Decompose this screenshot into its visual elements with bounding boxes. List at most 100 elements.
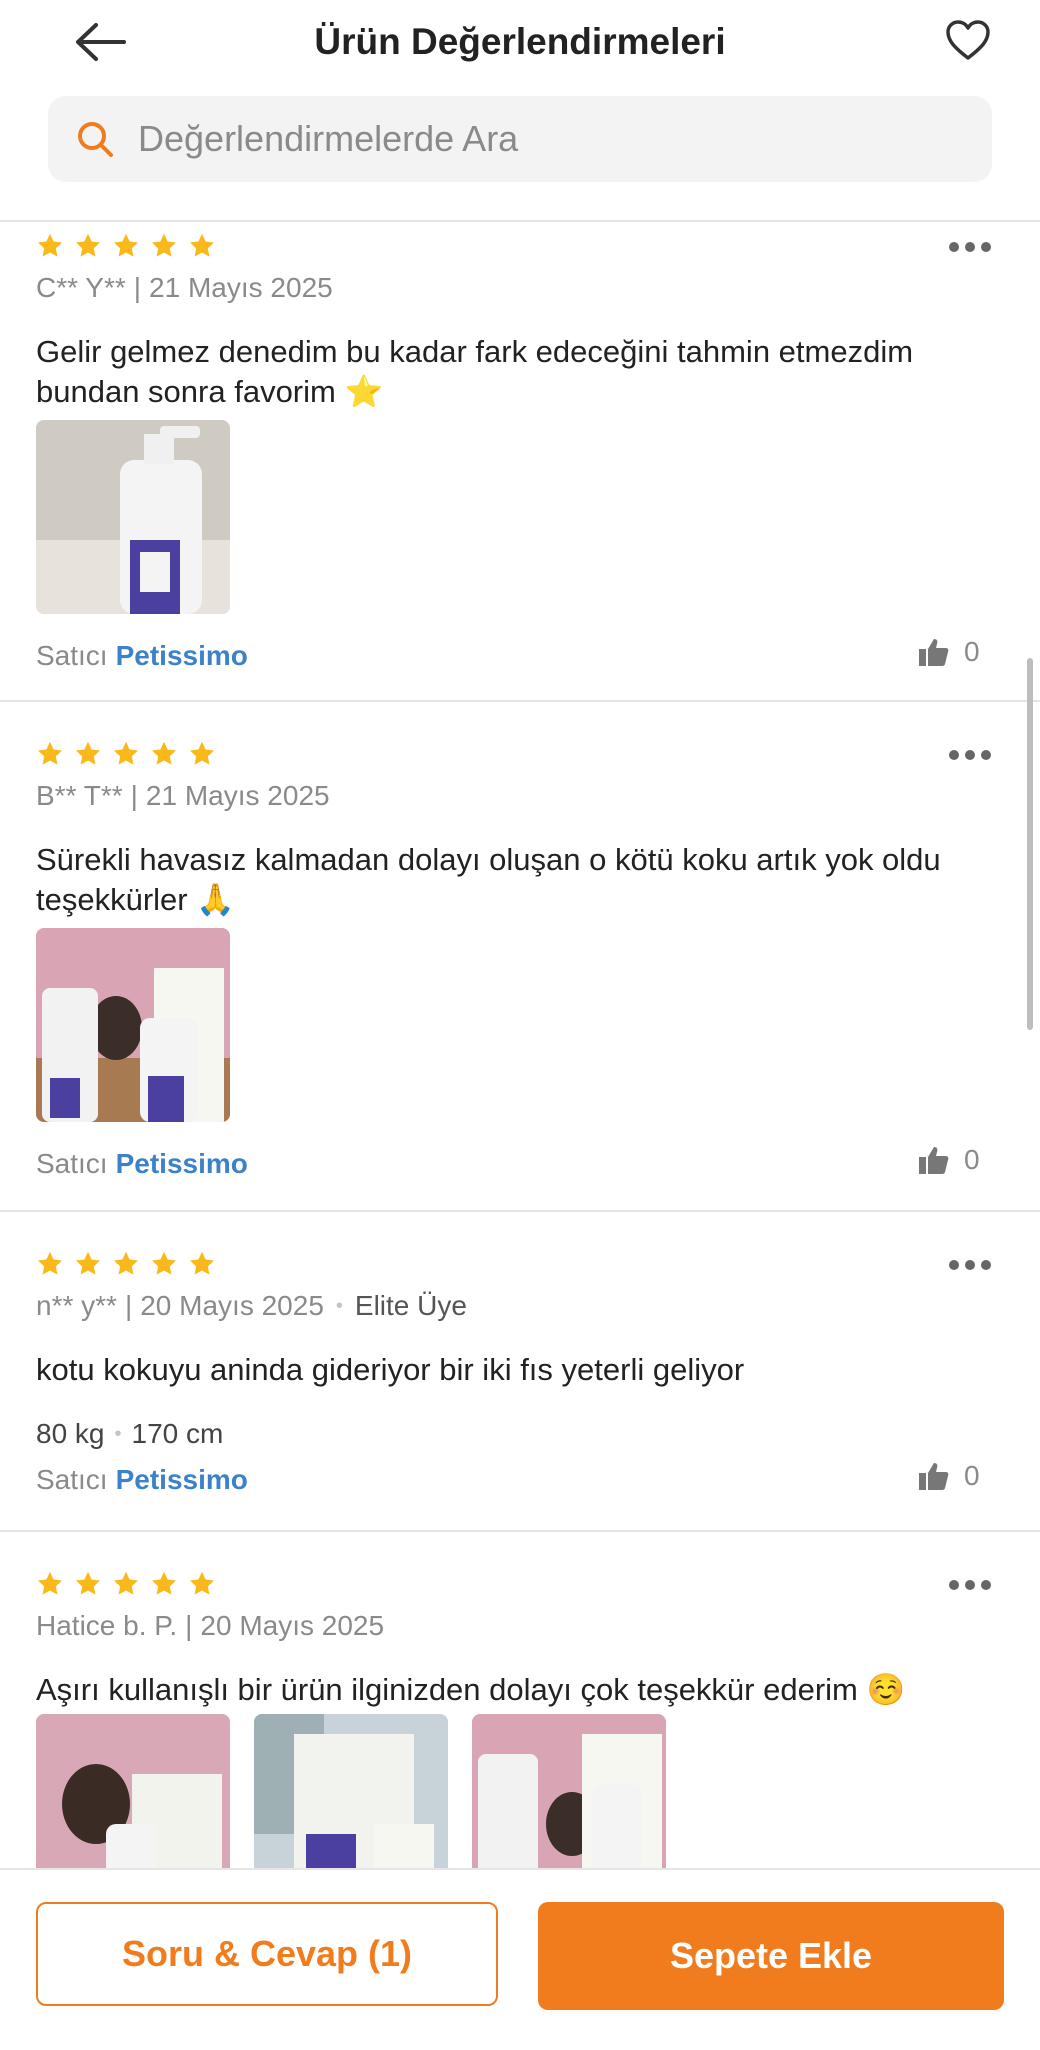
more-dots-icon — [949, 1580, 991, 1590]
review-card: C** Y** | 21 Mayıs 2025 Gelir gelmez den… — [0, 222, 1040, 700]
review-photos — [36, 1714, 666, 1868]
bottom-action-bar: Soru & Cevap (1) Sepete Ekle — [0, 1868, 1040, 2050]
body-info: 80 kg • 170 cm — [36, 1418, 223, 1450]
review-meta: Hatice b. P. | 20 Mayıs 2025 — [36, 1610, 384, 1642]
like-button[interactable]: 0 — [918, 1144, 980, 1176]
star-icon — [151, 1571, 177, 1595]
like-button[interactable]: 0 — [918, 636, 980, 668]
review-card: n** y** | 20 Mayıs 2025 • Elite Üye kotu… — [0, 1212, 1040, 1530]
star-icon — [189, 1251, 215, 1275]
review-photo[interactable] — [36, 928, 230, 1122]
review-text: Gelir gelmez denedim bu kadar fark edece… — [36, 334, 914, 409]
seller-link[interactable]: Petissimo — [116, 1464, 248, 1495]
star-icon — [151, 1251, 177, 1275]
header: Ürün Değerlendirmeleri — [0, 0, 1040, 220]
review-photos — [36, 420, 230, 614]
star-icon — [151, 233, 177, 257]
separator-dot: • — [335, 1294, 343, 1317]
weight-value: 80 kg — [36, 1418, 105, 1449]
review-date: 20 Mayıs 2025 — [200, 1610, 385, 1641]
separator: | — [185, 1610, 193, 1641]
review-text: Aşırı kullanışlı bir ürün ilginizden dol… — [36, 1672, 906, 1707]
seller-link[interactable]: Petissimo — [116, 1148, 248, 1179]
qa-button[interactable]: Soru & Cevap (1) — [36, 1902, 498, 2006]
star-icon — [113, 1251, 139, 1275]
review-card: Hatice b. P. | 20 Mayıs 2025 Aşırı kulla… — [0, 1532, 1040, 1868]
star-icon — [113, 1571, 139, 1595]
review-photo[interactable] — [254, 1714, 448, 1868]
seller-info: Satıcı Petissimo — [36, 640, 248, 672]
favorite-button[interactable] — [940, 12, 996, 68]
review-photos — [36, 928, 230, 1122]
heart-icon — [946, 20, 990, 60]
height-value: 170 cm — [131, 1418, 224, 1449]
review-photo[interactable] — [36, 1714, 230, 1868]
seller-info: Satıcı Petissimo — [36, 1148, 248, 1180]
review-photo[interactable] — [36, 420, 230, 614]
author-name: C** Y** — [36, 272, 126, 303]
star-icon — [75, 741, 101, 765]
seller-info: Satıcı Petissimo — [36, 1464, 248, 1496]
thumbs-up-icon — [919, 1147, 949, 1174]
like-count: 0 — [964, 636, 980, 667]
arrow-left-icon — [76, 23, 126, 61]
review-meta: C** Y** | 21 Mayıs 2025 — [36, 272, 333, 304]
separator: | — [130, 780, 138, 811]
seller-label: Satıcı — [36, 640, 108, 671]
review-text: Sürekli havasız kalmadan dolayı oluşan o… — [36, 842, 941, 917]
star-rating — [36, 1250, 216, 1278]
member-badge: Elite Üye — [354, 1290, 467, 1321]
like-count: 0 — [964, 1144, 980, 1175]
separator: | — [133, 272, 142, 303]
review-date: 21 Mayıs 2025 — [145, 780, 330, 811]
star-icon — [189, 1571, 215, 1595]
star-icon — [189, 233, 215, 257]
review-meta: n** y** | 20 Mayıs 2025 • Elite Üye — [36, 1290, 467, 1322]
star-icon — [37, 1571, 63, 1595]
review-text: kotu kokuyu aninda gideriyor bir iki fıs… — [36, 1352, 745, 1387]
more-options-button[interactable] — [942, 232, 998, 262]
search-input[interactable] — [136, 117, 960, 161]
star-icon — [189, 741, 215, 765]
star-icon — [151, 741, 177, 765]
seller-label: Satıcı — [36, 1148, 108, 1179]
star-icon — [37, 741, 63, 765]
author-name: Hatice b. P. — [36, 1610, 178, 1641]
back-button[interactable] — [66, 14, 136, 70]
seller-label: Satıcı — [36, 1464, 108, 1495]
review-photo[interactable] — [472, 1714, 666, 1868]
star-icon — [37, 233, 63, 257]
more-options-button[interactable] — [942, 1570, 998, 1600]
page-title: Ürün Değerlendirmeleri — [314, 21, 726, 62]
star-icon — [75, 1571, 101, 1595]
review-date: 21 Mayıs 2025 — [149, 272, 333, 303]
thumbs-up-icon — [919, 639, 949, 666]
more-options-button[interactable] — [942, 1250, 998, 1280]
scrollbar[interactable] — [1027, 658, 1033, 1030]
more-dots-icon — [949, 1260, 991, 1270]
star-icon — [113, 233, 139, 257]
star-rating — [36, 740, 216, 768]
more-options-button[interactable] — [942, 740, 998, 770]
like-button[interactable]: 0 — [918, 1460, 980, 1492]
more-dots-icon — [949, 750, 991, 760]
author-name: B** T** — [36, 780, 123, 811]
like-count: 0 — [964, 1460, 980, 1491]
more-dots-icon — [949, 242, 991, 252]
review-meta: B** T** | 21 Mayıs 2025 — [36, 780, 330, 812]
star-rating — [36, 232, 216, 260]
star-rating — [36, 1570, 216, 1598]
author-name: n** y** — [36, 1290, 117, 1321]
star-icon — [37, 1251, 63, 1275]
separator: | — [124, 1290, 133, 1321]
thumbs-up-icon — [919, 1463, 949, 1490]
search-bar[interactable] — [48, 96, 992, 182]
star-icon — [75, 233, 101, 257]
star-icon — [75, 1251, 101, 1275]
seller-link[interactable]: Petissimo — [116, 640, 248, 671]
star-icon — [113, 741, 139, 765]
add-to-cart-button[interactable]: Sepete Ekle — [538, 1902, 1004, 2010]
search-icon — [74, 118, 116, 160]
review-card: B** T** | 21 Mayıs 2025 Sürekli havasız … — [0, 702, 1040, 1210]
separator-dot: • — [114, 1422, 122, 1445]
